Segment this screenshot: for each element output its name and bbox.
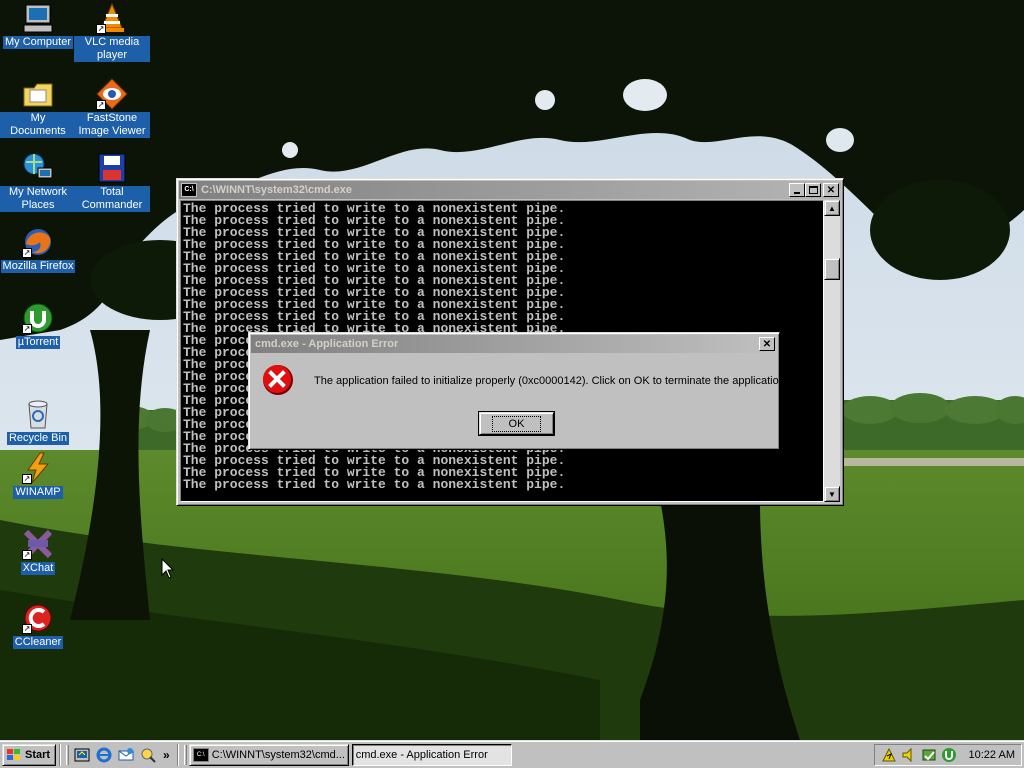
taskbar-separator (59, 743, 61, 766)
mouse-cursor-icon (161, 557, 175, 580)
desktop-icon-label: VLC media player (74, 36, 150, 62)
network-tray-icon[interactable] (881, 747, 897, 763)
scroll-thumb[interactable] (824, 258, 840, 280)
desktop-icon-xchat[interactable]: ↗ XChat (0, 528, 76, 575)
desktop-icon-my-computer[interactable]: My Computer (0, 2, 76, 49)
desktop-icon-total-commander[interactable]: Total Commander (74, 152, 150, 212)
task-button-console[interactable]: C:\ C:\WINNT\system32\cmd... (188, 743, 349, 766)
network-places-icon (22, 152, 54, 184)
desktop-icon-label: µTorrent (15, 336, 61, 349)
start-label: Start (25, 748, 51, 761)
console-line: The process tried to write to a nonexist… (183, 477, 566, 492)
dialog-close-button[interactable]: ✕ (759, 337, 775, 351)
desktop-icon-winamp[interactable]: ↗ WINAMP (0, 452, 76, 499)
scroll-up-button[interactable]: ▲ (824, 200, 840, 216)
shortcut-arrow-icon: ↗ (22, 248, 32, 258)
toolbar-grip[interactable] (183, 744, 187, 765)
minimize-button[interactable] (789, 183, 805, 197)
desktop-icon-label: CCleaner (12, 636, 64, 649)
desktop-icon-label: FastStone Image Viewer (74, 112, 150, 138)
desktop-icon-ccleaner[interactable]: ↗ CCleaner (0, 602, 76, 649)
desktop-icon-network-places[interactable]: My Network Places (0, 152, 76, 212)
desktop-icon-label: WINAMP (13, 486, 63, 499)
security-tray-icon[interactable] (921, 747, 937, 763)
close-icon: ✕ (826, 184, 836, 196)
task-button-error-dialog[interactable]: cmd.exe - Application Error (351, 743, 512, 766)
recycle-bin-icon (22, 398, 54, 430)
desktop-icon-recycle-bin[interactable]: Recycle Bin (0, 398, 76, 445)
outlook-express-icon[interactable] (117, 746, 135, 764)
desktop-icon-label: XChat (20, 562, 56, 575)
utorrent-tray-icon[interactable] (941, 747, 957, 763)
firefox-icon: ↗ (22, 226, 54, 258)
my-computer-icon (22, 2, 54, 34)
show-desktop-icon[interactable] (73, 746, 91, 764)
dialog-title: cmd.exe - Application Error (255, 338, 399, 350)
console-app-icon: C:\ (181, 183, 197, 197)
xchat-icon: ↗ (22, 528, 54, 560)
minimize-icon (794, 192, 800, 194)
desktop-icon-label: My Documents (0, 112, 76, 138)
close-button[interactable]: ✕ (823, 183, 839, 197)
console-titlebar[interactable]: C:\ C:\WINNT\system32\cmd.exe ✕ (179, 181, 841, 199)
taskbar: Start » C:\ C:\WINNT\system32\cmd... cmd… (0, 740, 1024, 768)
shortcut-arrow-icon: ↗ (22, 624, 32, 634)
console-scrollbar[interactable]: ▲ ▼ (824, 200, 840, 502)
console-title: C:\WINNT\system32\cmd.exe (201, 184, 352, 196)
desktop-icon-faststone[interactable]: ↗ FastStone Image Viewer (74, 78, 150, 138)
task-button-label: cmd.exe - Application Error (355, 748, 488, 761)
error-dialog[interactable]: cmd.exe - Application Error ✕ The applic… (248, 332, 788, 450)
faststone-icon: ↗ (96, 78, 128, 110)
quick-launch-more-button[interactable]: » (163, 748, 170, 762)
start-button[interactable]: Start (2, 743, 56, 766)
scroll-down-button[interactable]: ▼ (824, 486, 840, 502)
media-icon[interactable] (139, 746, 157, 764)
windows-logo-icon (6, 748, 22, 762)
toolbar-grip[interactable] (66, 744, 69, 765)
maximize-icon (808, 186, 818, 194)
dialog-titlebar[interactable]: cmd.exe - Application Error ✕ (251, 335, 777, 353)
shortcut-arrow-icon: ↗ (22, 550, 32, 560)
ok-button-label: OK (491, 415, 542, 432)
error-icon (262, 364, 294, 396)
desktop-icon-vlc[interactable]: ↗ VLC media player (74, 2, 150, 62)
desktop-icon-label: My Network Places (0, 186, 76, 212)
arrow-up-icon: ▲ (828, 203, 836, 213)
console-icon: C:\ (192, 747, 209, 762)
close-icon: ✕ (762, 338, 772, 350)
desktop-icon-label: My Computer (2, 36, 74, 49)
total-commander-icon (96, 152, 128, 184)
desktop-icon-label: Total Commander (74, 186, 150, 212)
my-documents-icon (22, 78, 54, 110)
error-message: The application failed to initialize pro… (314, 375, 788, 387)
winamp-icon: ↗ (22, 452, 54, 484)
desktop-icon-label: Mozilla Firefox (0, 260, 76, 273)
taskbar-separator (176, 743, 179, 766)
maximize-button[interactable] (805, 183, 821, 197)
volume-tray-icon[interactable] (901, 747, 917, 763)
shortcut-arrow-icon: ↗ (96, 100, 106, 110)
task-button-label: C:\WINNT\system32\cmd... (211, 748, 345, 761)
ie-icon[interactable] (95, 746, 113, 764)
ok-button[interactable]: OK (478, 411, 555, 436)
ccleaner-icon: ↗ (22, 602, 54, 634)
system-tray: 10:22 AM (873, 743, 1022, 766)
clock[interactable]: 10:22 AM (969, 749, 1015, 761)
vlc-icon: ↗ (96, 2, 128, 34)
arrow-down-icon: ▼ (828, 489, 836, 499)
shortcut-arrow-icon: ↗ (96, 24, 106, 34)
shortcut-arrow-icon: ↗ (22, 474, 32, 484)
shortcut-arrow-icon: ↗ (22, 324, 32, 334)
desktop-icon-my-documents[interactable]: My Documents (0, 78, 76, 138)
desktop-icon-firefox[interactable]: ↗ Mozilla Firefox (0, 226, 76, 273)
utorrent-icon: ↗ (22, 302, 54, 334)
desktop-icon-label: Recycle Bin (6, 432, 70, 445)
desktop-icon-utorrent[interactable]: ↗ µTorrent (0, 302, 76, 349)
